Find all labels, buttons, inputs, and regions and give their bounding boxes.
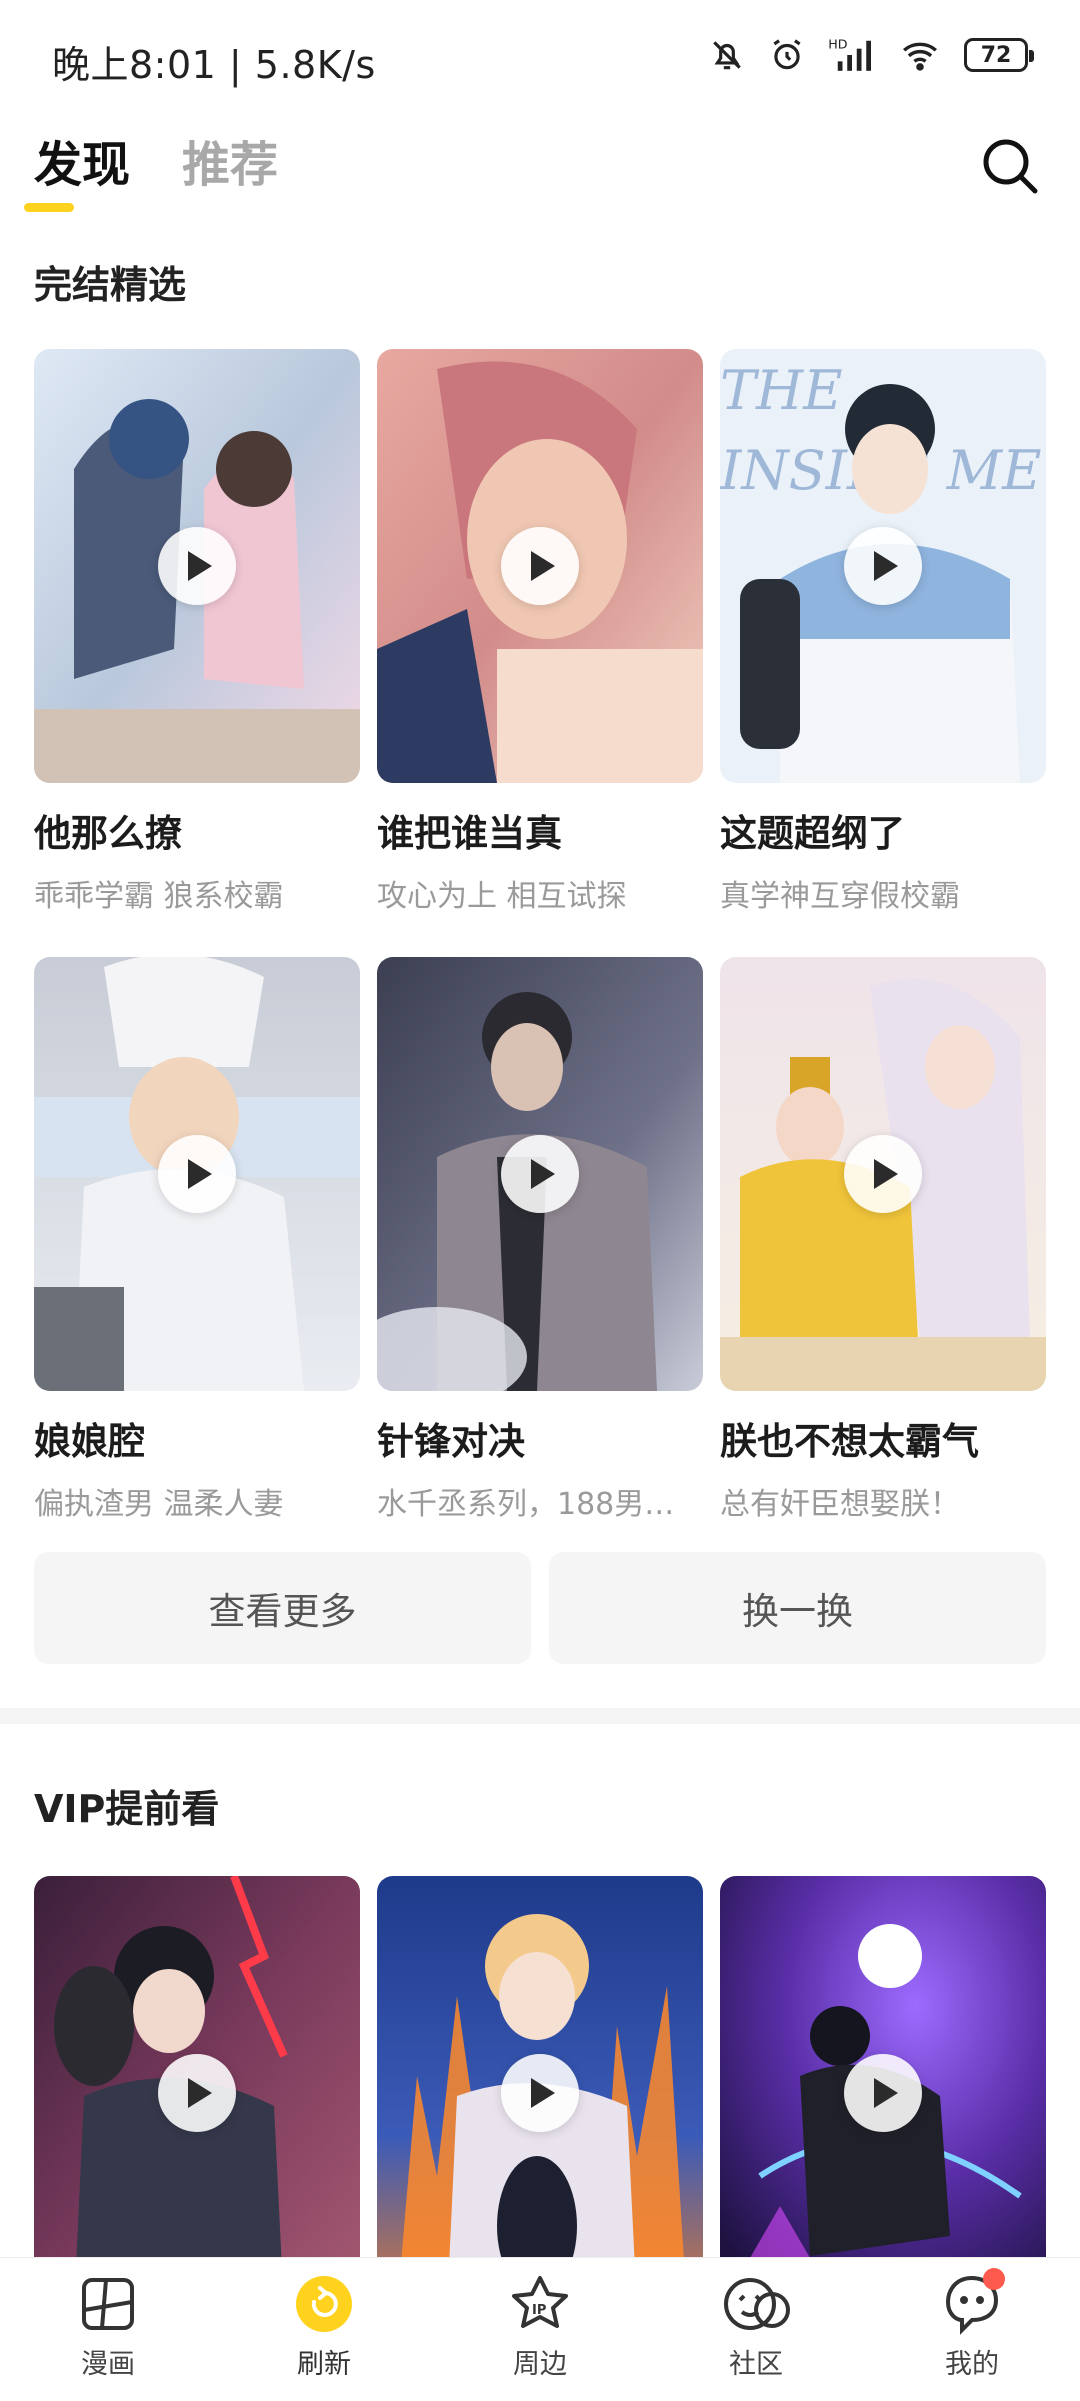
view-more-button[interactable]: 查看更多: [34, 1552, 531, 1664]
nav-refresh[interactable]: 刷新: [249, 2258, 399, 2401]
comic-cover: [720, 1876, 1046, 2310]
notification-badge: [983, 2268, 1005, 2290]
search-icon: [983, 139, 1038, 194]
comic-cover: [34, 957, 360, 1391]
refresh-batch-button[interactable]: 换一换: [549, 1552, 1046, 1664]
section-actions: 查看更多 换一换: [34, 1552, 1046, 1664]
comic-cover: [377, 349, 703, 783]
play-button[interactable]: [844, 1135, 922, 1213]
status-icons: HD 72: [708, 36, 1034, 74]
play-button[interactable]: [501, 1135, 579, 1213]
nav-label: 社区: [729, 2349, 783, 2380]
comic-cover: [377, 957, 703, 1391]
comic-title: 朕也不想太霸气: [720, 1420, 979, 1463]
section-title-vip: VIP提前看: [34, 1787, 220, 1831]
comic-cover: [720, 957, 1046, 1391]
completed-grid: 他那么撩 乖乖学霸 狼系校霸 谁把谁当真 攻心为上 相互试探 THE INSID…: [34, 349, 1046, 1523]
vip-grid: [34, 1876, 1046, 2310]
battery-indicator: 72: [964, 38, 1034, 72]
wifi-icon: [902, 42, 938, 71]
comic-cover: [377, 1876, 703, 2310]
comic-card[interactable]: THE INSIDE ME 这题超纲了 真学神互穿假校霸: [720, 349, 1046, 915]
search-button[interactable]: [978, 134, 1042, 198]
comic-card[interactable]: 他那么撩 乖乖学霸 狼系校霸: [34, 349, 360, 915]
tab-recommend[interactable]: 推荐: [182, 125, 278, 195]
svg-text:IP: IP: [532, 2303, 546, 2318]
play-button[interactable]: [158, 527, 236, 605]
nav-profile[interactable]: 我的: [897, 2258, 1047, 2401]
signal-icon: HD: [828, 37, 871, 71]
bottom-nav: 漫画 刷新 IP 周边 社区 我的: [0, 2257, 1080, 2401]
play-button[interactable]: [844, 2054, 922, 2132]
comic-cover: [34, 349, 360, 783]
comic-card[interactable]: [34, 1876, 360, 2310]
comic-card[interactable]: 谁把谁当真 攻心为上 相互试探: [377, 349, 703, 915]
play-button[interactable]: [158, 1135, 236, 1213]
comic-card[interactable]: 朕也不想太霸气 总有奸臣想娶朕！: [720, 957, 1046, 1523]
comic-card[interactable]: 娘娘腔 偏执渣男 温柔人妻: [34, 957, 360, 1523]
active-tab-indicator: [24, 203, 74, 212]
comic-title: 这题超纲了: [720, 812, 905, 855]
comic-title: 针锋对决: [377, 1420, 525, 1463]
nav-comic[interactable]: 漫画: [33, 2258, 183, 2401]
nav-merch[interactable]: IP 周边: [465, 2258, 615, 2401]
play-button[interactable]: [844, 527, 922, 605]
ip-star-icon: IP: [512, 2276, 568, 2328]
comic-subtitle: 乖乖学霸 狼系校霸: [34, 879, 284, 914]
comic-subtitle: 攻心为上 相互试探: [377, 879, 627, 914]
comic-card[interactable]: 针锋对决 水千丞系列，188男团番外: [377, 957, 703, 1523]
status-time: 晚上8:01 | 5.8K/s: [52, 43, 376, 87]
svg-text:THE: THE: [720, 359, 843, 422]
comic-title: 谁把谁当真: [377, 812, 562, 855]
play-button[interactable]: [158, 2054, 236, 2132]
comic-title: 娘娘腔: [34, 1420, 145, 1463]
comic-icon: [82, 2278, 134, 2330]
status-bar: 晚上8:01 | 5.8K/s HD 72: [0, 0, 1080, 120]
play-button[interactable]: [501, 527, 579, 605]
comic-subtitle: 真学神互穿假校霸: [720, 879, 960, 914]
comic-title: 他那么撩: [34, 812, 182, 855]
comic-subtitle: 水千丞系列，188男团番外: [377, 1487, 703, 1522]
nav-community[interactable]: 社区: [681, 2258, 831, 2401]
tab-discover[interactable]: 发现: [34, 125, 130, 195]
top-tabs: 发现 推荐: [34, 125, 278, 195]
comic-cover: [34, 1876, 360, 2310]
nav-label: 我的: [945, 2349, 999, 2380]
nav-label: 漫画: [81, 2349, 135, 2380]
comic-subtitle: 偏执渣男 温柔人妻: [34, 1487, 284, 1522]
comic-card[interactable]: [377, 1876, 703, 2310]
nav-label: 周边: [513, 2349, 567, 2380]
comic-card[interactable]: [720, 1876, 1046, 2310]
section-divider: [0, 1708, 1080, 1724]
play-button[interactable]: [501, 2054, 579, 2132]
comic-subtitle: 总有奸臣想娶朕！: [720, 1487, 960, 1522]
alarm-icon: [773, 39, 801, 70]
comic-cover: THE INSIDE ME: [720, 349, 1046, 783]
nav-label: 刷新: [297, 2349, 351, 2380]
refresh-icon: [296, 2276, 352, 2332]
community-icon: [724, 2278, 790, 2330]
mute-bell-icon: [713, 41, 741, 70]
section-title-completed: 完结精选: [34, 263, 187, 307]
svg-text:HD: HD: [828, 37, 847, 52]
